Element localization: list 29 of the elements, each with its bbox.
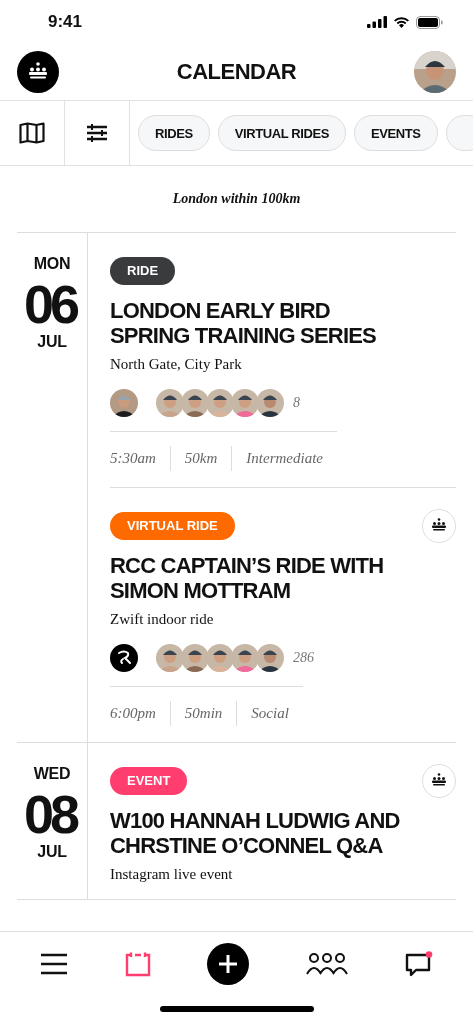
event-detail: Social [236,701,303,726]
event-location: Zwift indoor ride [110,611,215,628]
event-detail: 50min [169,701,237,726]
event-location: North Gate, City Park [110,356,243,373]
event-type-tag: EVENT [110,767,188,795]
event-title[interactable]: RCC CAPTAIN’S RIDE WITH SIMON MOTTRAM [110,553,456,603]
event-title[interactable]: LONDON EARLY BIRD SPRING TRAINING SERIES [110,298,456,348]
event-type-tag: RIDE [110,257,176,285]
weekday-label: WED [33,765,71,783]
location-filter-text: London within 100km [17,166,456,233]
event-location: Instagram live event [110,866,234,883]
filter-chip[interactable]: VIRTUAL RIDES [217,115,346,151]
day-number: 08 [23,785,77,843]
weekday-label: MON [33,255,71,273]
event-detail: Intermediate [231,446,337,471]
filter-chip[interactable]: RIDES [138,115,210,151]
day-number: 06 [23,275,77,333]
event-detail: 50km [169,446,232,471]
status-time: 9:41 [48,12,83,32]
event-detail: 6:00pm [110,704,157,723]
event-type-tag: VIRTUAL RIDE [110,512,235,540]
month-label: JUL [37,843,67,861]
month-label: JUL [37,333,67,351]
page-title: CALENDAR [176,59,297,85]
attendee-count: 8 [293,395,300,411]
event-title[interactable]: W100 HANNAH LUDWIG AND CHRSTINE O’CONNEL Q&A [110,808,456,858]
event-detail: 5:30am [110,449,157,468]
attendee-count: 286 [293,650,314,666]
filter-chip[interactable]: EVENTS [354,115,438,151]
